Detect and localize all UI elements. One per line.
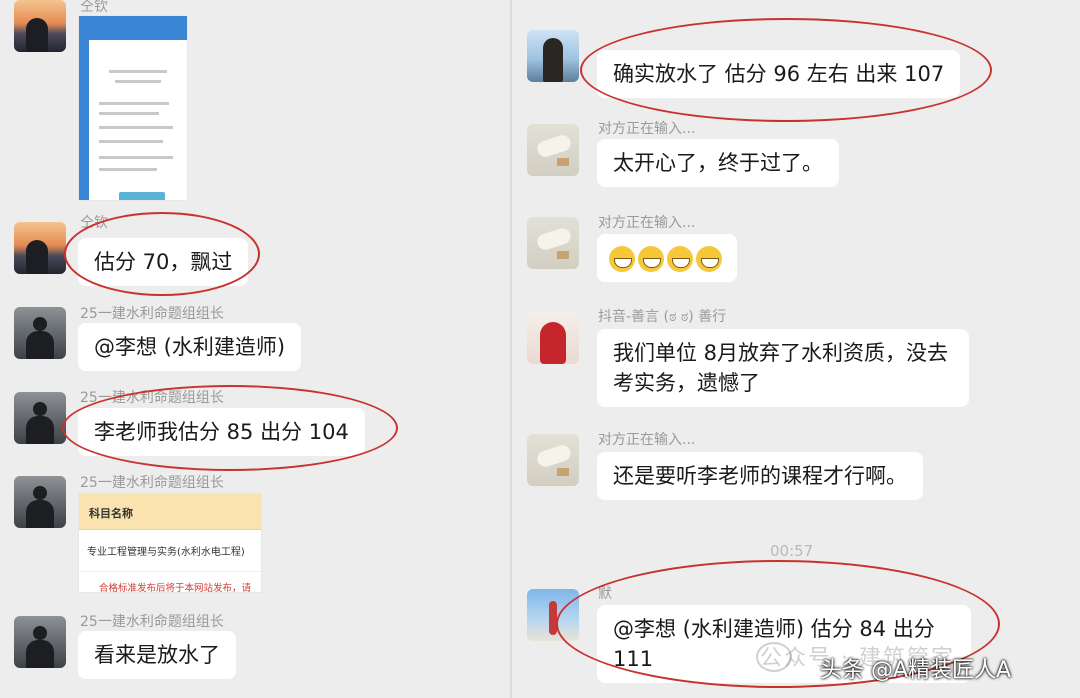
- sender-name: 抖音-善言 (ಠ ಠ) 善行: [598, 309, 727, 325]
- avatar[interactable]: [14, 476, 66, 528]
- message-bubble[interactable]: 估分 70，飘过: [78, 238, 249, 286]
- sender-name: 25一建水利命题组组长: [80, 390, 224, 406]
- chat-timestamp: 00:57: [770, 542, 814, 560]
- avatar[interactable]: [527, 589, 579, 641]
- avatar[interactable]: [527, 124, 579, 176]
- avatar[interactable]: [527, 434, 579, 486]
- emoji-bubble[interactable]: [597, 234, 737, 282]
- message-bubble[interactable]: 李老师我估分 85 出分 104: [78, 408, 365, 456]
- sender-name: 25一建水利命题组组长: [80, 475, 224, 491]
- screenshot-thumbnail[interactable]: [78, 15, 188, 201]
- avatar[interactable]: [14, 392, 66, 444]
- message-bubble[interactable]: 我们单位 8月放弃了水利资质，没去考实务，遗憾了: [597, 329, 969, 407]
- thumb-header: [79, 16, 187, 40]
- thumb-button: [119, 192, 165, 200]
- message-bubble[interactable]: 确实放水了 估分 96 左右 出来 107: [597, 50, 961, 98]
- grin-emoji-icon: [609, 246, 635, 272]
- sender-name: 25一建水利命题组组长: [80, 614, 224, 630]
- left-chat-panel: 仝钦 仝钦 估分 70，飘过 25一建水利命题组组长 @李想 (水利建造师) 2…: [0, 0, 510, 698]
- avatar[interactable]: [14, 0, 66, 52]
- sender-name: 对方正在输入...: [598, 121, 696, 137]
- sender-name: 对方正在输入...: [598, 432, 696, 448]
- avatar[interactable]: [14, 616, 66, 668]
- grin-emoji-icon: [667, 246, 693, 272]
- sender-name: 对方正在输入...: [598, 215, 696, 231]
- card-header: 科目名称: [79, 494, 261, 530]
- avatar[interactable]: [527, 312, 579, 364]
- card-row: 专业工程管理与实务(水利水电工程): [79, 530, 261, 572]
- sender-name: 25一建水利命题组组长: [80, 306, 224, 322]
- avatar[interactable]: [527, 217, 579, 269]
- message-bubble[interactable]: 看来是放水了: [78, 631, 236, 679]
- score-card-image[interactable]: 科目名称 专业工程管理与实务(水利水电工程) 合格标准发布后将于本网站发布，请: [78, 493, 262, 593]
- sender-name: 仝钦: [80, 215, 108, 231]
- grin-emoji-icon: [696, 246, 722, 272]
- avatar[interactable]: [527, 30, 579, 82]
- message-bubble[interactable]: 还是要听李老师的课程才行啊。: [597, 452, 923, 500]
- right-chat-panel: 确实放水了 估分 96 左右 出来 107 对方正在输入... 太开心了，终于过…: [512, 0, 1080, 698]
- avatar[interactable]: [14, 222, 66, 274]
- sender-name: 默: [598, 586, 612, 602]
- grin-emoji-icon: [638, 246, 664, 272]
- message-bubble[interactable]: 太开心了，终于过了。: [597, 139, 839, 187]
- brand-credit: 头条 @A精装匠人A: [820, 658, 1012, 683]
- card-warning: 合格标准发布后将于本网站发布，请: [99, 583, 252, 593]
- sender-name: 仝钦: [80, 0, 108, 15]
- avatar[interactable]: [14, 307, 66, 359]
- message-bubble[interactable]: @李想 (水利建造师): [78, 323, 302, 371]
- thumb-sidebar: [79, 40, 89, 200]
